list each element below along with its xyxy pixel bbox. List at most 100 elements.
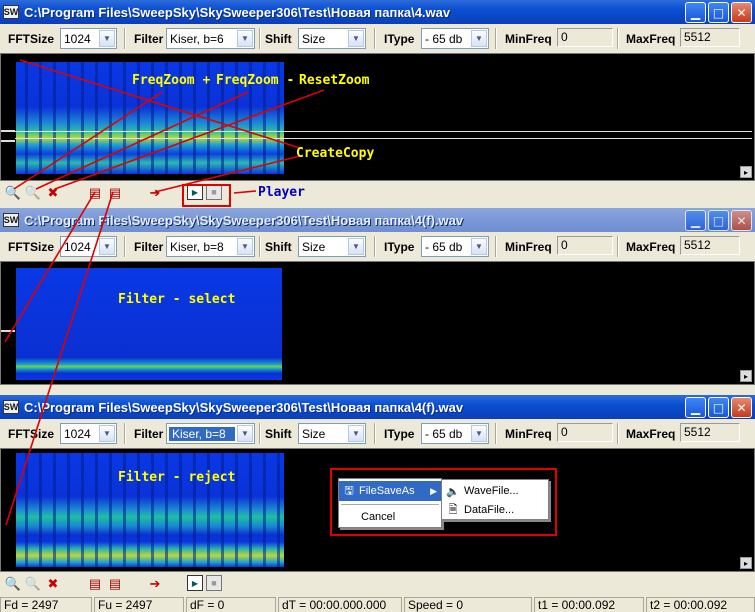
chevron-down-icon[interactable]: ▼ bbox=[471, 425, 487, 442]
filter-combo[interactable]: Kiser, b=8 ▼ bbox=[166, 236, 255, 257]
title-bar[interactable]: SW C:\Program Files\SweepSky\SkySweeper3… bbox=[0, 208, 755, 232]
menu-item-label: FileSaveAs bbox=[359, 485, 415, 497]
itype-label: IType bbox=[384, 427, 415, 441]
create-copy-icon[interactable]: ➔ bbox=[146, 184, 164, 202]
title-bar[interactable]: SW C:\Program Files\SweepSky\SkySweeper3… bbox=[0, 0, 755, 24]
menu-item-file-save-as[interactable]: 🖫 FileSaveAs ▶ bbox=[339, 481, 441, 501]
play-icon[interactable]: ▶ bbox=[187, 575, 203, 591]
fftsize-combo[interactable]: 1024 ▼ bbox=[60, 236, 117, 257]
scroll-arrow-icon[interactable]: ▸ bbox=[740, 166, 752, 178]
itype-combo[interactable]: - 65 db ▼ bbox=[421, 236, 489, 257]
annotation-filter-reject: Filter - reject bbox=[118, 470, 236, 485]
shift-combo[interactable]: Size ▼ bbox=[298, 236, 366, 257]
reset-zoom-icon[interactable]: ✖ bbox=[44, 575, 62, 593]
maximize-button[interactable]: □ bbox=[708, 397, 729, 418]
filter-select-icon[interactable]: ▤ bbox=[86, 575, 104, 593]
menu-item-data-file[interactable]: 🗎 DataFile... bbox=[442, 500, 548, 520]
zoom-out-icon[interactable]: 🔍 bbox=[24, 184, 42, 202]
chevron-right-icon: ▶ bbox=[430, 485, 437, 496]
minimize-button[interactable]: ▁ bbox=[685, 2, 706, 23]
chevron-down-icon[interactable]: ▼ bbox=[348, 238, 364, 255]
chevron-down-icon[interactable]: ▼ bbox=[348, 425, 364, 442]
shift-combo[interactable]: Size ▼ bbox=[298, 28, 366, 49]
minfreq-field[interactable]: 0 bbox=[557, 236, 613, 255]
stop-icon[interactable]: ■ bbox=[206, 575, 222, 591]
fftsize-combo[interactable]: 1024 ▼ bbox=[60, 423, 117, 444]
chevron-down-icon[interactable]: ▼ bbox=[348, 30, 364, 47]
close-button[interactable]: ✕ bbox=[731, 210, 752, 231]
filter-select-icon[interactable]: ▤ bbox=[86, 184, 104, 202]
filter-label: Filter bbox=[134, 32, 164, 46]
itype-combo[interactable]: - 65 db ▼ bbox=[421, 423, 489, 444]
itype-combo[interactable]: - 65 db ▼ bbox=[421, 28, 489, 49]
maximize-button[interactable]: □ bbox=[708, 2, 729, 23]
annotation-create-copy: CreateCopy bbox=[296, 146, 375, 161]
close-button[interactable]: ✕ bbox=[731, 2, 752, 23]
minfreq-field[interactable]: 0 bbox=[557, 423, 613, 442]
title-bar[interactable]: SW C:\Program Files\SweepSky\SkySweeper3… bbox=[0, 395, 755, 419]
shift-combo[interactable]: Size ▼ bbox=[298, 423, 366, 444]
ruler-mark bbox=[1, 140, 15, 142]
fftsize-value: 1024 bbox=[64, 31, 91, 46]
status-t2: t2 = 00:00.092 bbox=[646, 597, 755, 612]
chevron-down-icon[interactable]: ▼ bbox=[99, 425, 115, 442]
chevron-down-icon[interactable]: ▼ bbox=[237, 238, 253, 255]
toolbar: FFTSize 1024 ▼ Filter Kiser, b=6 ▼ Shift S… bbox=[0, 24, 755, 53]
chevron-down-icon[interactable]: ▼ bbox=[471, 30, 487, 47]
shift-value: Size bbox=[302, 31, 326, 46]
chevron-down-icon[interactable]: ▼ bbox=[99, 30, 115, 47]
zoom-in-icon[interactable]: 🔍 bbox=[4, 184, 22, 202]
scroll-arrow-icon[interactable]: ▸ bbox=[740, 557, 752, 569]
fftsize-combo[interactable]: 1024 ▼ bbox=[60, 28, 117, 49]
menu-item-wave-file[interactable]: 🔈 WaveFile... bbox=[442, 481, 548, 501]
maxfreq-label: MaxFreq bbox=[626, 32, 676, 46]
shift-value: Size bbox=[302, 239, 326, 254]
toolbar: FFTSize 1024 ▼ Filter Kiser, b=8 ▼ Shift S… bbox=[0, 232, 755, 261]
annotation-filter-select: Filter - select bbox=[118, 292, 236, 307]
app-icon: SW bbox=[3, 5, 19, 19]
zoom-out-icon[interactable]: 🔍 bbox=[24, 575, 42, 593]
minimize-button[interactable]: ▁ bbox=[685, 210, 706, 231]
toolbar: FFTSize 1024 ▼ Filter Kiser, b=8 ▼ Shift S… bbox=[0, 419, 755, 448]
menu-item-cancel[interactable]: Cancel bbox=[339, 507, 441, 527]
filter-reject-icon[interactable]: ▤ bbox=[106, 184, 124, 202]
minimize-button[interactable]: ▁ bbox=[685, 397, 706, 418]
minfreq-field[interactable]: 0 bbox=[557, 28, 613, 47]
zoom-in-icon[interactable]: 🔍 bbox=[4, 575, 22, 593]
window-4f-wav: SW C:\Program Files\SweepSky\SkySweeper3… bbox=[0, 208, 755, 393]
maxfreq-field[interactable]: 5512 bbox=[680, 28, 740, 47]
itype-value: - 65 db bbox=[425, 31, 463, 46]
chevron-down-icon[interactable]: ▼ bbox=[237, 425, 253, 442]
status-bar: Fd = 2497 Fu = 2497 dF = 0 dT = 00:00.00… bbox=[0, 597, 755, 612]
menu-item-label: DataFile... bbox=[464, 504, 515, 516]
filter-combo[interactable]: Kiser, b=6 ▼ bbox=[166, 28, 255, 49]
chevron-down-icon[interactable]: ▼ bbox=[237, 30, 253, 47]
shift-label: Shift bbox=[265, 427, 292, 441]
window-title: C:\Program Files\SweepSky\SkySweeper306\… bbox=[24, 399, 464, 415]
separator bbox=[259, 236, 261, 257]
separator bbox=[495, 236, 497, 257]
close-button[interactable]: ✕ bbox=[731, 397, 752, 418]
separator bbox=[124, 236, 126, 257]
chevron-down-icon[interactable]: ▼ bbox=[471, 238, 487, 255]
spectrogram-area[interactable]: ▸ bbox=[0, 261, 755, 385]
app-icon: SW bbox=[3, 213, 19, 227]
filter-value: Kiser, b=8 bbox=[169, 426, 235, 441]
reset-zoom-icon[interactable]: ✖ bbox=[44, 184, 62, 202]
submenu: 🔈 WaveFile... 🗎 DataFile... bbox=[441, 479, 549, 520]
chevron-down-icon[interactable]: ▼ bbox=[99, 238, 115, 255]
player-highlight-box bbox=[182, 184, 231, 207]
spectrogram-area[interactable]: ▸ bbox=[0, 53, 755, 181]
scroll-arrow-icon[interactable]: ▸ bbox=[740, 370, 752, 382]
maximize-button[interactable]: □ bbox=[708, 210, 729, 231]
minfreq-label: MinFreq bbox=[505, 240, 552, 254]
menu-item-label: WaveFile... bbox=[464, 485, 519, 497]
maxfreq-field[interactable]: 5512 bbox=[680, 423, 740, 442]
create-copy-icon[interactable]: ➔ bbox=[146, 575, 164, 593]
filter-combo[interactable]: Kiser, b=8 ▼ bbox=[166, 423, 255, 444]
filter-reject-icon[interactable]: ▤ bbox=[106, 575, 124, 593]
filter-label: Filter bbox=[134, 240, 164, 254]
filter-label: Filter bbox=[134, 427, 164, 441]
maxfreq-field[interactable]: 5512 bbox=[680, 236, 740, 255]
status-df: dF = 0 bbox=[186, 597, 276, 612]
